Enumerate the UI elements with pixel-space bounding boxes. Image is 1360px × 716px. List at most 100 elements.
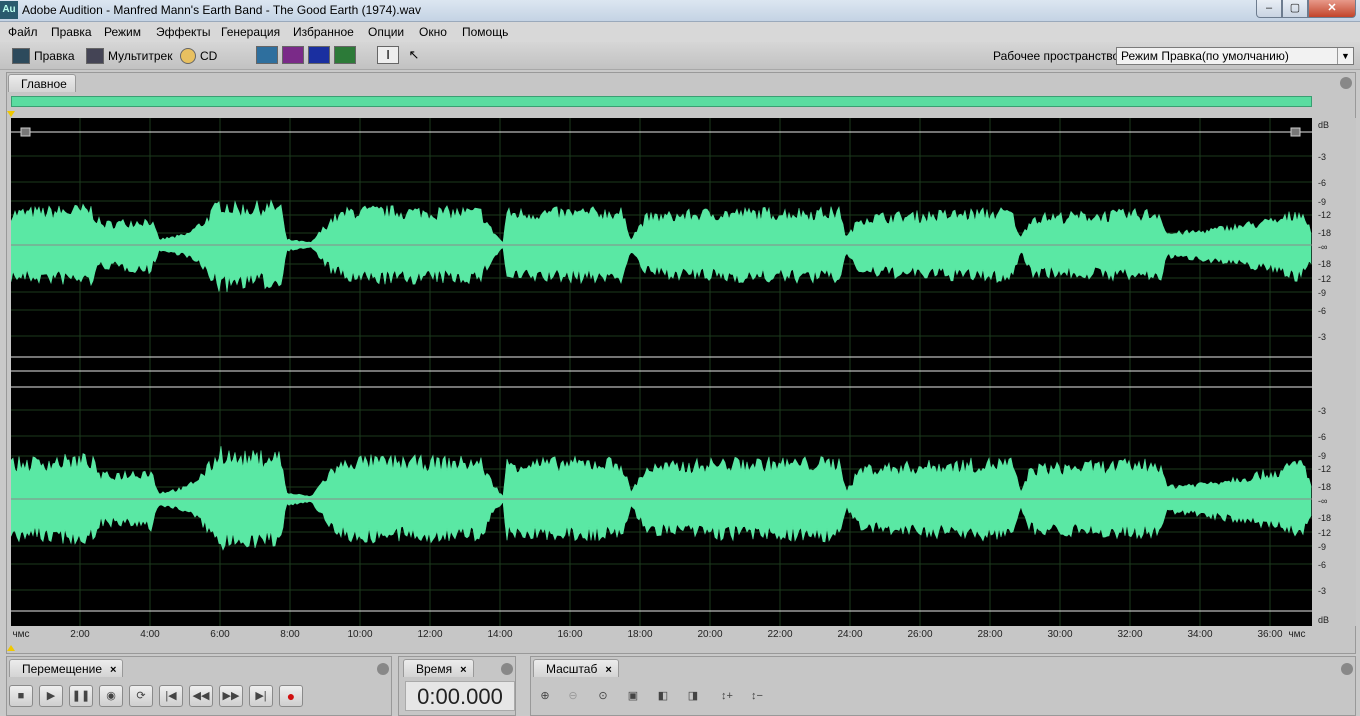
edit-view-button[interactable]: Правка — [12, 46, 75, 66]
transport-tab-label: Перемещение — [22, 662, 102, 676]
zoom-left-edge-icon[interactable]: ◧ — [651, 685, 675, 707]
db-ruler: dB -3 -6 -9 -12 -18 -∞ -18 -12 -9 -6 -3 -3 -6 -9 -12 -18… — [1312, 118, 1356, 626]
zoom-tab-label: Масштаб — [546, 662, 598, 676]
workspace-select[interactable]: Режим Правка(по умолчанию) ▼ — [1116, 47, 1354, 65]
title-bar: Au Adobe Audition - Manfred Mann's Earth… — [0, 0, 1360, 22]
db-tick-label: -18 — [1318, 513, 1332, 523]
time-tick-label: 22:00 — [767, 629, 793, 640]
menu-favorites[interactable]: Избранное — [293, 25, 354, 39]
channel-right-waveform — [11, 446, 1312, 551]
close-icon[interactable]: × — [110, 664, 116, 676]
marquee-tool[interactable]: ↖ — [403, 46, 425, 64]
time-tick-label: 32:00 — [1117, 629, 1143, 640]
tab-time[interactable]: Время × — [403, 659, 474, 677]
time-tick-label: 14:00 — [487, 629, 513, 640]
cd-view-button[interactable]: CD — [180, 46, 217, 66]
waveform-svg — [11, 118, 1312, 626]
db-tick-label: dB — [1318, 120, 1330, 130]
multitrack-view-label: Мультитрек — [108, 49, 173, 63]
waveform-display-button[interactable] — [256, 46, 278, 64]
rewind-button[interactable]: ◀◀ — [189, 685, 213, 707]
chevron-down-icon: ▼ — [1337, 48, 1353, 64]
zoom-panel: Масштаб × ⊕ ⊖ ⊙ ▣ ◧ ◨ ↕+ ↕− — [530, 656, 1356, 716]
spectral-pitch-button[interactable] — [308, 46, 330, 64]
time-tick-label: 12:00 — [417, 629, 443, 640]
time-display: 0:00.000 — [405, 681, 515, 711]
loop-button[interactable]: ⟳ — [129, 685, 153, 707]
time-tick-label: 4:00 — [140, 629, 160, 640]
close-button[interactable]: ✕ — [1308, 0, 1356, 18]
zoom-right-edge-icon[interactable]: ◨ — [681, 685, 705, 707]
fade-handle[interactable] — [1290, 127, 1301, 137]
db-tick-label: -9 — [1318, 288, 1327, 298]
tab-main[interactable]: Главное — [8, 74, 76, 92]
play-button[interactable]: ▶ — [39, 685, 63, 707]
waveform-display[interactable] — [11, 118, 1312, 626]
menu-help[interactable]: Помощь — [462, 25, 508, 39]
db-tick-label: -3 — [1318, 406, 1327, 416]
menu-edit[interactable]: Правка — [51, 25, 92, 39]
menu-file[interactable]: Файл — [8, 25, 38, 39]
panel-menu-button[interactable] — [501, 663, 513, 675]
db-tick-label: -9 — [1318, 542, 1327, 552]
minimize-button[interactable]: – — [1256, 0, 1282, 18]
db-tick-label: -3 — [1318, 152, 1327, 162]
cd-icon — [180, 48, 196, 64]
panel-menu-button[interactable] — [1341, 663, 1353, 675]
panel-menu-button[interactable] — [377, 663, 389, 675]
panel-menu-button[interactable] — [1340, 77, 1352, 89]
zoom-full-icon[interactable]: ⊙ — [591, 685, 615, 707]
cd-view-label: CD — [200, 49, 218, 63]
transport-panel: Перемещение × ■ ▶ ❚❚ ◉ ⟳ |◀ ◀◀ ▶▶ ▶| ● — [6, 656, 392, 716]
zoom-in-vertical-icon[interactable]: ↕+ — [715, 685, 739, 707]
menu-generate[interactable]: Генерация — [221, 25, 280, 39]
close-icon[interactable]: × — [605, 664, 611, 676]
time-ruler: чмс 2:00 4:00 6:00 8:00 10:00 12:00 14:00 16:00 1… — [11, 626, 1312, 644]
db-tick-label: dB — [1318, 615, 1330, 625]
waveform-grid — [11, 118, 1312, 626]
edit-view-label: Правка — [34, 49, 75, 63]
zoom-out-amplitude-icon[interactable]: ⊖ — [561, 685, 585, 707]
stop-button[interactable]: ■ — [9, 685, 33, 707]
tab-transport[interactable]: Перемещение × — [9, 659, 124, 677]
db-tick-label: -18 — [1318, 482, 1332, 492]
record-button[interactable]: ● — [279, 685, 303, 707]
time-tick-label: чмс — [1288, 629, 1306, 640]
zoom-navigator-bar[interactable] — [11, 96, 1312, 107]
time-selection-tool[interactable]: I — [377, 46, 399, 64]
zoom-in-amplitude-icon[interactable]: ⊕ — [533, 685, 557, 707]
menu-options[interactable]: Опции — [368, 25, 404, 39]
db-tick-label: -18 — [1318, 228, 1332, 238]
menu-effects[interactable]: Эффекты — [156, 25, 211, 39]
fade-handle[interactable] — [20, 127, 31, 137]
db-tick-label: -∞ — [1318, 242, 1328, 252]
spectral-display-button[interactable] — [282, 46, 304, 64]
pause-button[interactable]: ❚❚ — [69, 685, 93, 707]
time-tick-label: 16:00 — [557, 629, 583, 640]
zoom-selection-icon[interactable]: ▣ — [621, 685, 645, 707]
phase-display-button[interactable] — [334, 46, 356, 64]
playhead-top-marker[interactable] — [7, 111, 15, 117]
play-from-cursor-button[interactable]: ◉ — [99, 685, 123, 707]
close-icon[interactable]: × — [460, 664, 466, 676]
waveform-path — [11, 446, 1312, 551]
fast-forward-button[interactable]: ▶▶ — [219, 685, 243, 707]
db-tick-label: -6 — [1318, 178, 1327, 188]
tab-zoom[interactable]: Масштаб × — [533, 659, 619, 677]
db-tick-label: -12 — [1318, 274, 1332, 284]
zoom-out-vertical-icon[interactable]: ↕− — [745, 685, 769, 707]
db-tick-label: -18 — [1318, 259, 1332, 269]
go-to-end-button[interactable]: ▶| — [249, 685, 273, 707]
multitrack-view-button[interactable]: Мультитрек — [86, 46, 172, 66]
maximize-button[interactable]: ▢ — [1282, 0, 1308, 18]
time-tick-label: 26:00 — [907, 629, 933, 640]
db-tick-label: -12 — [1318, 464, 1332, 474]
go-to-start-button[interactable]: |◀ — [159, 685, 183, 707]
time-tick-label: 28:00 — [977, 629, 1003, 640]
menu-window[interactable]: Окно — [419, 25, 447, 39]
menu-view[interactable]: Режим — [104, 25, 141, 39]
db-tick-label: -6 — [1318, 306, 1327, 316]
time-tab-label: Время — [416, 662, 453, 676]
time-tick-label: 18:00 — [627, 629, 653, 640]
playhead-bottom-marker[interactable] — [7, 645, 15, 651]
